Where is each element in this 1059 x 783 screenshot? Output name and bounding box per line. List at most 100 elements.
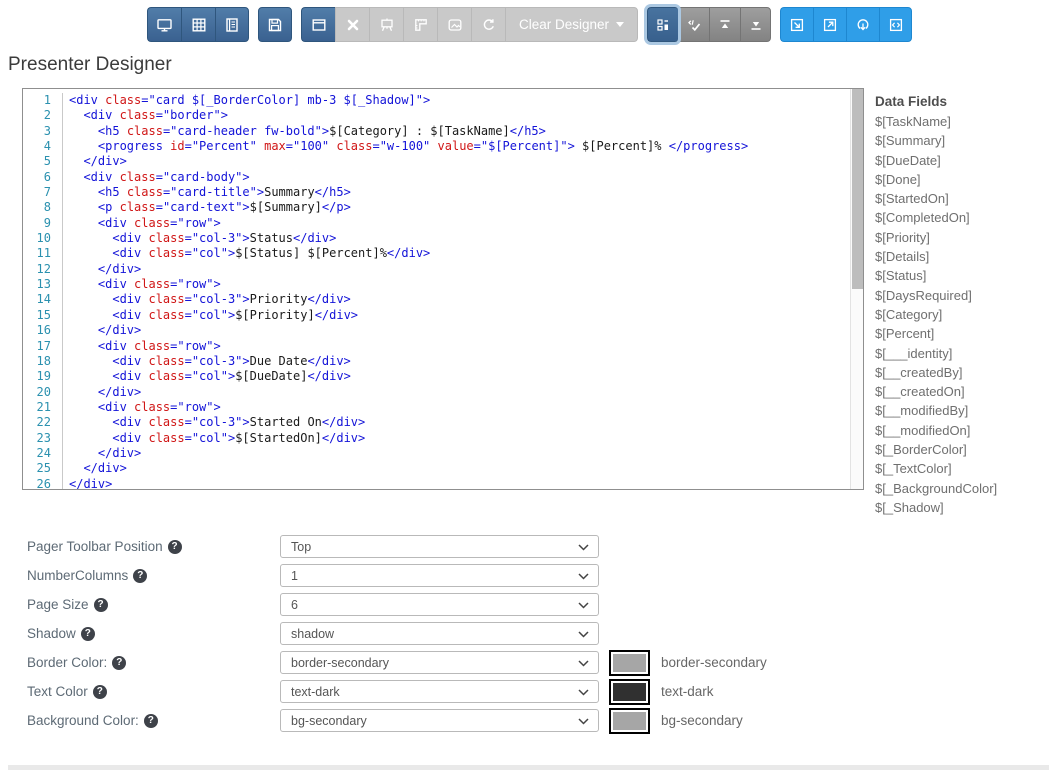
code-box-icon — [888, 17, 904, 33]
help-icon[interactable]: ? — [167, 539, 182, 554]
help-icon[interactable]: ? — [133, 568, 148, 583]
help-icon[interactable]: ? — [80, 626, 95, 641]
data-field-item[interactable]: $[DaysRequired] — [875, 286, 1057, 305]
data-field-item[interactable]: $[TaskName] — [875, 112, 1057, 131]
page-size-select[interactable]: 6 — [280, 593, 599, 616]
list-preview-button[interactable] — [215, 7, 249, 42]
data-field-item[interactable]: $[Details] — [875, 247, 1057, 266]
shadow-select[interactable]: shadow — [280, 622, 599, 645]
image-icon — [447, 17, 463, 33]
code-text: <p class="card-text">$[Summary]</p> — [97, 200, 351, 215]
code-text: <div class="card-body"> — [83, 169, 250, 184]
desktop-preview-button[interactable] — [147, 7, 181, 42]
border-color-select[interactable]: border-secondary — [280, 651, 599, 674]
open-external-button[interactable] — [813, 7, 847, 42]
border-color-label-cell: Border Color:? — [27, 655, 280, 670]
easel-button[interactable] — [369, 7, 403, 42]
code-line: 21 <div class="row"> — [23, 399, 849, 416]
data-fields-title: Data Fields — [875, 94, 948, 109]
data-field-item[interactable]: $[StartedOn] — [875, 189, 1057, 208]
data-field-item[interactable]: $[_TextColor] — [875, 459, 1057, 478]
image-button[interactable] — [437, 7, 471, 42]
data-field-item[interactable]: $[DueDate] — [875, 151, 1057, 170]
collapse-top-button[interactable] — [709, 7, 741, 42]
easel-icon — [379, 17, 395, 33]
background-color-select-value: bg-secondary — [291, 713, 367, 728]
pager-toolbar-position-select[interactable]: Top — [280, 535, 599, 558]
line-number: 5 — [23, 154, 63, 170]
shadow-label: Shadow — [27, 626, 76, 641]
code-text: <div class="row"> — [97, 215, 221, 230]
editor-scrollbar[interactable] — [850, 89, 863, 489]
view-source-button[interactable] — [879, 7, 913, 42]
text-color-label-cell: Text Color? — [27, 684, 280, 699]
chevron-down-icon — [578, 625, 589, 643]
help-icon[interactable]: ? — [92, 684, 107, 699]
text-color-swatch — [609, 678, 650, 705]
code-editor-text[interactable]: 1 <div class="card $[_BorderColor] mb-3 $… — [23, 93, 849, 489]
clear-designer-button[interactable]: Clear Designer — [505, 7, 639, 42]
help-icon[interactable]: ? — [143, 713, 158, 728]
code-check-icon — [686, 17, 702, 33]
data-field-item[interactable]: $[Summary] — [875, 131, 1057, 150]
data-field-item[interactable]: $[_BorderColor] — [875, 440, 1057, 459]
text-color-swatch-label: text-dark — [661, 684, 714, 699]
data-field-item[interactable]: $[Priority] — [875, 228, 1057, 247]
download-icon — [855, 17, 871, 33]
line-number: 17 — [23, 338, 63, 354]
arrow-into-box-icon — [789, 17, 805, 33]
designer-layout-button[interactable] — [647, 7, 679, 42]
background-color-swatch-label: bg-secondary — [661, 713, 743, 728]
refresh-button[interactable] — [471, 7, 505, 42]
line-number: 6 — [23, 169, 63, 186]
data-field-item[interactable]: $[Category] — [875, 305, 1057, 324]
chevron-down-icon — [578, 683, 589, 701]
ruler-button[interactable] — [403, 7, 437, 42]
code-text: <div class="border"> — [83, 108, 228, 123]
save-button[interactable] — [258, 7, 292, 42]
number-columns-select[interactable]: 1 — [280, 564, 599, 587]
data-field-item[interactable]: $[Done] — [875, 170, 1057, 189]
line-number: 2 — [23, 108, 63, 124]
data-field-item[interactable]: $[___identity] — [875, 344, 1057, 363]
collapse-bottom-icon — [748, 17, 764, 33]
shadow-label-cell: Shadow? — [27, 626, 280, 641]
data-field-item[interactable]: $[_BackgroundColor] — [875, 479, 1057, 498]
text-color-select[interactable]: text-dark — [280, 680, 599, 703]
background-color-select[interactable]: bg-secondary — [280, 709, 599, 732]
cross-icon — [345, 17, 361, 33]
code-line: 24 </div> — [23, 445, 849, 462]
download-button[interactable] — [846, 7, 880, 42]
code-editor[interactable]: 1 <div class="card $[_BorderColor] mb-3 $… — [22, 88, 864, 490]
data-field-item[interactable]: $[Status] — [875, 266, 1057, 285]
pager-toolbar-position-select-value: Top — [291, 539, 312, 554]
window-preview-button[interactable] — [301, 7, 335, 42]
data-field-item[interactable]: $[__modifiedBy] — [875, 401, 1057, 420]
data-field-item[interactable]: $[Percent] — [875, 324, 1057, 343]
shrink-window-button[interactable] — [780, 7, 814, 42]
delete-button[interactable] — [335, 7, 369, 42]
collapse-top-icon — [717, 17, 733, 33]
grid-preview-button[interactable] — [181, 7, 215, 42]
data-field-item[interactable]: $[_Shadow] — [875, 498, 1057, 517]
line-number: 19 — [23, 369, 63, 385]
line-number: 13 — [23, 277, 63, 293]
help-icon[interactable]: ? — [93, 597, 108, 612]
data-field-item[interactable]: $[__createdBy] — [875, 363, 1057, 382]
editor-scrollbar-thumb[interactable] — [852, 89, 863, 289]
data-field-item[interactable]: $[__createdOn] — [875, 382, 1057, 401]
validate-button[interactable] — [678, 7, 710, 42]
page-size-label-cell: Page Size? — [27, 597, 280, 612]
code-line: 12 </div> — [23, 261, 849, 278]
data-field-item[interactable]: $[__modifiedOn] — [875, 421, 1057, 440]
help-icon[interactable]: ? — [112, 655, 127, 670]
code-line: 1 <div class="card $[_BorderColor] mb-3 $… — [23, 93, 849, 109]
code-text: <div class="row"> — [97, 399, 221, 414]
data-field-item[interactable]: $[CompletedOn] — [875, 208, 1057, 227]
code-line: 19 <div class="col">$[DueDate]</div> — [23, 369, 849, 385]
pager-toolbar-position-label: Pager Toolbar Position — [27, 539, 163, 554]
collapse-bottom-button[interactable] — [740, 7, 772, 42]
line-number: 12 — [23, 261, 63, 278]
settings-form: Pager Toolbar Position? Top NumberColumns?… — [27, 532, 767, 735]
export-group — [780, 7, 913, 42]
